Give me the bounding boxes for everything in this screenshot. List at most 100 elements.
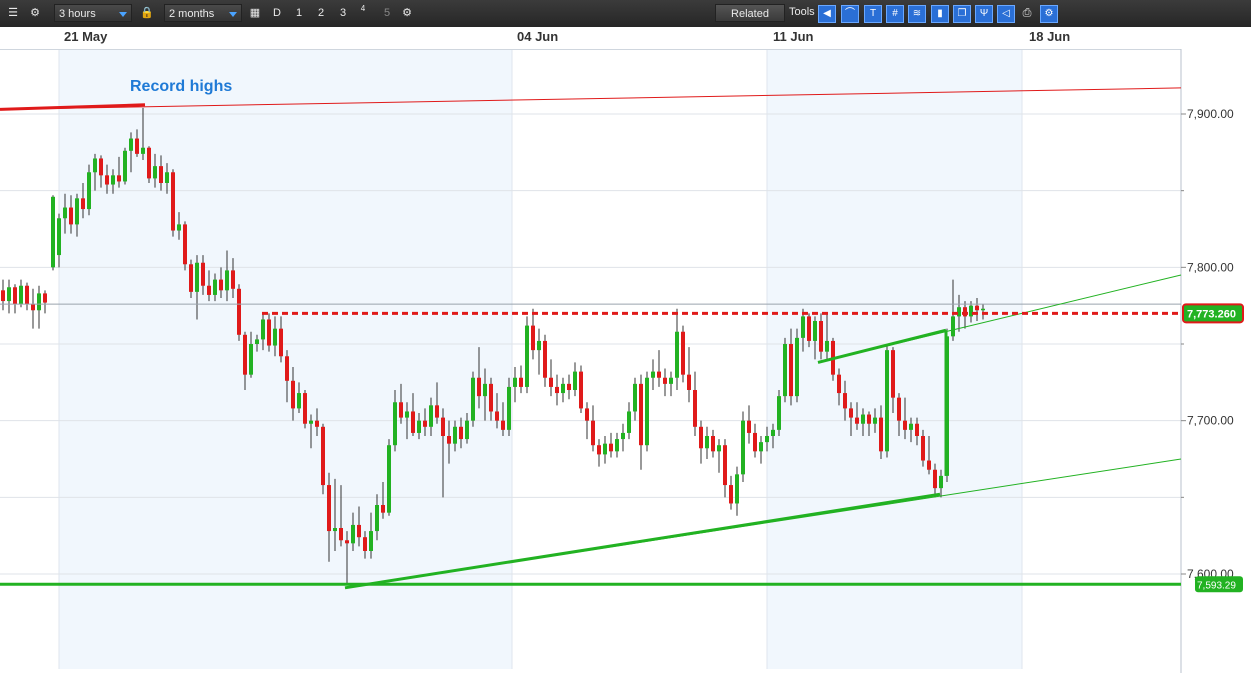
candle-down [69,207,73,225]
candle-down [699,426,703,449]
candle-down [963,307,967,317]
candle-down [897,397,901,421]
candle-up [633,383,637,412]
candle-down [609,443,613,452]
candle-down [183,224,187,265]
candle-up [195,262,199,292]
candle-up [885,350,889,452]
candle-down [729,485,733,504]
candle-up [951,316,955,337]
candle-up [213,279,217,295]
candle-down [231,270,235,289]
candle-up [93,158,97,173]
candle-down [423,420,427,427]
candle-up [873,417,877,424]
candle-up [735,474,739,504]
candle-up [771,429,775,436]
candle-up [795,337,799,397]
candle-up [87,172,91,210]
candle-down [189,264,193,292]
candle-down [711,436,715,452]
candle-down [975,305,979,311]
candle-up [705,436,709,449]
candle-down [237,288,241,335]
candle-down [585,408,589,421]
candle-down [399,402,403,418]
candle-up [801,316,805,338]
candle-up [573,371,577,390]
candle-up [561,383,565,394]
candle-down [555,386,559,394]
candle-up [123,150,127,182]
candle-up [225,270,229,291]
candle-up [249,344,253,375]
candle-up [297,393,301,409]
candle-down [867,414,871,424]
candle-down [327,485,331,532]
candle-down [639,383,643,446]
candle-down [549,377,553,387]
candle-down [687,374,691,390]
candle-up [603,443,607,455]
candle-down [117,175,121,182]
candle-down [105,175,109,185]
candle-down [25,285,29,305]
candle-down [489,383,493,412]
current-price-label: 7,773.260 [1187,308,1236,320]
candle-up [51,196,55,268]
candle-down [207,285,211,295]
candle-down [903,420,907,430]
candle-down [681,331,685,375]
candle-down [357,524,361,538]
candle-down [657,371,661,378]
candle-up [111,175,115,185]
candle-down [171,172,175,231]
candle-down [441,417,445,436]
candle-down [579,371,583,409]
candle-up [645,377,649,446]
candle-down [915,423,919,436]
candle-up [717,445,721,452]
candle-down [819,321,823,352]
candle-up [255,339,259,344]
candle-up [621,432,625,440]
candle-up [813,321,817,341]
support-price-label: 7,593.29 [1197,580,1236,591]
candle-up [333,528,337,532]
candle-up [393,402,397,446]
candle-down [303,393,307,424]
candle-up [777,396,781,430]
candle-down [159,166,163,183]
candle-down [285,356,289,381]
candle-down [381,505,385,513]
candle-down [13,287,17,305]
candle-up [627,411,631,433]
candle-up [153,166,157,179]
candle-up [765,436,769,443]
candle-down [447,436,451,444]
candle-down [933,469,937,489]
candle-up [525,325,529,387]
candle-down [315,420,319,427]
candle-up [405,411,409,418]
candle-down [747,420,751,433]
candle-down [459,426,463,440]
candle-up [513,377,517,387]
candle-down [921,436,925,461]
candle-down [837,374,841,394]
candle-down [567,383,571,390]
candle-up [759,442,763,452]
candle-down [753,432,757,452]
candle-up [129,138,133,151]
candle-up [309,420,313,424]
candle-up [369,531,373,551]
candle-down [219,279,223,291]
candle-up [939,475,943,489]
candle-up [471,377,475,421]
candle-up [957,307,961,317]
candle-down [81,198,85,210]
price-chart[interactable]: 7,900.007,800.007,700.007,600.00 7,773.2… [0,0,1251,673]
candle-down [363,537,367,551]
candle-down [243,334,247,375]
candle-up [783,344,787,397]
